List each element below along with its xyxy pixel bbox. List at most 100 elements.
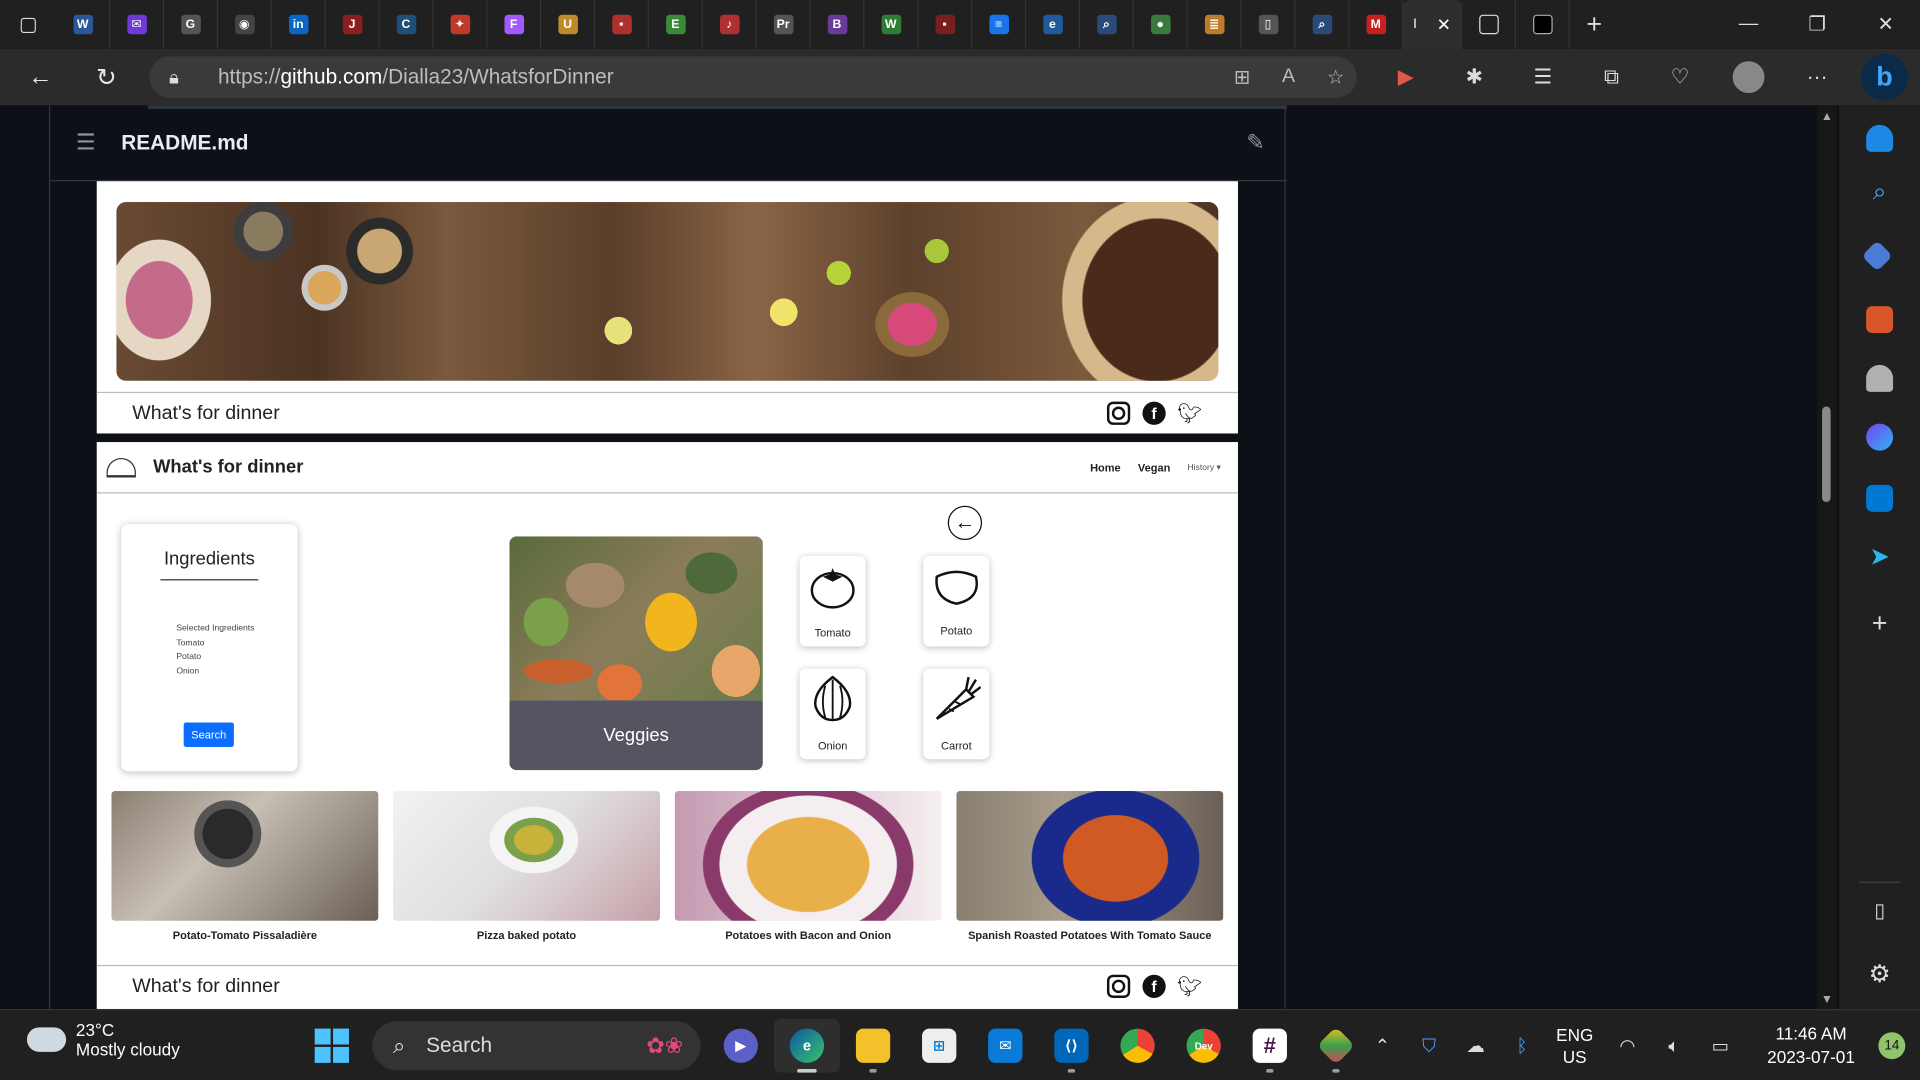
favorite-star-icon[interactable]: ☆ <box>1327 65 1345 89</box>
search-button[interactable]: Search <box>183 722 234 747</box>
close-window-button[interactable]: ✕ <box>1851 0 1920 49</box>
browser-tab[interactable]: J <box>326 0 380 49</box>
recipe-card[interactable]: Potato-Tomato Pissaladière <box>111 791 379 942</box>
browser-tab[interactable]: ⌕ <box>1296 0 1350 49</box>
browser-tab[interactable]: ▪ <box>918 0 973 49</box>
browser-tab[interactable]: F <box>487 0 542 49</box>
tab-active[interactable]: I ✕ <box>1403 0 1463 49</box>
browser-tab[interactable]: ≡ <box>972 0 1027 49</box>
teams-chat-app[interactable]: ▶ <box>708 1019 774 1073</box>
nav-history-dropdown[interactable]: History ▾ <box>1187 462 1220 472</box>
app-available-icon[interactable]: ⊞ <box>1234 65 1250 89</box>
bing-copilot-icon[interactable]: b <box>1861 53 1908 101</box>
browser-tab[interactable]: e <box>1026 0 1081 49</box>
browser-tab[interactable]: ≣ <box>1188 0 1242 49</box>
browser-tab[interactable]: ▯ <box>1242 0 1296 49</box>
notification-badge[interactable]: 14 <box>1878 1032 1906 1060</box>
chrome-app[interactable] <box>1104 1019 1170 1073</box>
instagram-icon[interactable] <box>1106 974 1131 998</box>
wifi-icon[interactable]: ◠ <box>1604 1035 1651 1057</box>
recipe-card[interactable]: Spanish Roasted Potatoes With Tomato Sau… <box>956 791 1224 942</box>
browser-tab[interactable]: W <box>864 0 919 49</box>
veg-tile-potato[interactable]: Potato <box>923 555 990 647</box>
edit-pencil-icon[interactable]: ✎ <box>1246 130 1264 156</box>
favorites-icon[interactable]: ☰ <box>1509 65 1578 89</box>
instagram-icon[interactable] <box>1106 401 1131 425</box>
browser-tab[interactable]: G <box>164 0 218 49</box>
battery-icon[interactable]: ▭ <box>1697 1035 1744 1057</box>
outlook-icon[interactable] <box>1866 484 1894 512</box>
maximize-button[interactable]: ❐ <box>1783 0 1852 49</box>
file-explorer-app[interactable] <box>840 1019 906 1073</box>
edge-app[interactable]: e <box>773 1018 841 1073</box>
search-icon[interactable]: ⌕ <box>1866 179 1893 207</box>
address-bar[interactable]: 🔒︎ https://github.com/Dialla23/WhatsforD… <box>149 56 1357 98</box>
twitter-icon[interactable]: 🐦︎ <box>1177 402 1202 425</box>
outline-list-icon[interactable]: ☰ <box>50 130 121 156</box>
nav-vegan-link[interactable]: Vegan <box>1138 461 1170 473</box>
browser-tab[interactable]: ⌕ <box>1080 0 1134 49</box>
browser-tab[interactable]: B <box>811 0 865 49</box>
slack-app[interactable]: # <box>1237 1019 1303 1073</box>
language-indicator[interactable]: ENG US <box>1545 1024 1604 1068</box>
store-app[interactable]: ⊞ <box>906 1019 972 1073</box>
recipe-card[interactable]: Pizza baked potato <box>393 791 661 942</box>
sidebar-toggle-icon[interactable]: ▯ <box>1866 899 1893 923</box>
facebook-icon[interactable]: f <box>1142 974 1166 998</box>
chevron-up-icon[interactable]: ⌃ <box>1359 1035 1406 1057</box>
veg-tile-tomato[interactable]: Tomato <box>799 555 866 647</box>
veg-tile-onion[interactable]: Onion <box>799 668 866 760</box>
scroll-thumb[interactable] <box>1822 406 1831 503</box>
browser-tab[interactable]: ▪ <box>595 0 649 49</box>
read-aloud-icon[interactable]: A <box>1282 66 1295 88</box>
recipe-card[interactable]: Potatoes with Bacon and Onion <box>674 791 942 942</box>
send-icon[interactable]: ➤ <box>1866 541 1893 572</box>
volume-icon[interactable]: 🔈︎ <box>1651 1035 1698 1056</box>
twitter-icon[interactable]: 🐦︎ <box>1177 975 1202 998</box>
page-scrollbar[interactable]: ▲ ▼ <box>1817 105 1837 1009</box>
veg-tile-carrot[interactable]: Carrot <box>923 668 990 760</box>
tab-page[interactable] <box>1462 0 1516 49</box>
defender-shield-icon[interactable]: ⛉ <box>1406 1035 1453 1056</box>
veggies-category-card[interactable]: Veggies <box>509 536 763 771</box>
browser-essentials-icon[interactable]: ♡ <box>1646 65 1715 89</box>
onedrive-cloud-icon[interactable]: ☁ <box>1452 1035 1499 1057</box>
clock[interactable]: 11:46 AM 2023-07-01 <box>1744 1022 1879 1069</box>
extension-red-icon[interactable]: ▶ <box>1371 65 1440 89</box>
bell-icon[interactable] <box>1866 124 1894 152</box>
tab-dark[interactable] <box>1516 0 1570 49</box>
browser-tab[interactable]: C <box>380 0 434 49</box>
settings-gear-icon[interactable]: ⚙ <box>1866 959 1893 990</box>
browser-tab[interactable]: W <box>56 0 111 49</box>
close-tab-icon[interactable]: ✕ <box>1437 14 1451 35</box>
copilot-icon[interactable] <box>1866 423 1894 451</box>
facebook-icon[interactable]: f <box>1142 401 1166 425</box>
browser-tab[interactable]: ✉ <box>110 0 165 49</box>
browser-tab[interactable]: ◉ <box>218 0 272 49</box>
scroll-up-arrow-icon[interactable]: ▲ <box>1821 110 1833 123</box>
chrome-dev-app[interactable]: Dev <box>1171 1019 1237 1073</box>
shopping-tag-icon[interactable] <box>1861 240 1893 272</box>
weather-widget[interactable]: 23°C Mostly cloudy <box>26 1020 180 1059</box>
games-icon[interactable] <box>1866 364 1894 392</box>
vscode-app[interactable]: ⟨⟩ <box>1038 1019 1104 1073</box>
add-sidebar-icon[interactable]: + <box>1866 607 1893 639</box>
scroll-down-arrow-icon[interactable]: ▼ <box>1821 993 1833 1006</box>
tools-icon[interactable] <box>1866 306 1894 334</box>
profile-avatar[interactable] <box>1732 61 1765 94</box>
refresh-button[interactable]: ↻ <box>73 49 139 105</box>
browser-tab[interactable]: Pr <box>757 0 811 49</box>
browser-tab[interactable]: E <box>649 0 703 49</box>
browser-tab[interactable]: ● <box>1134 0 1188 49</box>
new-tab-button[interactable]: + <box>1570 0 1619 49</box>
bluetooth-icon[interactable]: ᛒ <box>1499 1035 1546 1056</box>
browser-tab[interactable]: M <box>1349 0 1404 49</box>
browser-tab[interactable]: U <box>541 0 596 49</box>
browser-tab[interactable]: in <box>272 0 326 49</box>
minimize-button[interactable]: — <box>1714 0 1783 49</box>
collections-icon[interactable]: ⧉ <box>1577 65 1646 89</box>
taskbar-search[interactable]: ⌕ Search ✿❀ <box>372 1021 701 1071</box>
tab-actions-icon[interactable]: ▢ <box>0 0 56 49</box>
mail-app[interactable]: ✉ <box>972 1019 1038 1073</box>
start-button[interactable] <box>299 1019 365 1073</box>
